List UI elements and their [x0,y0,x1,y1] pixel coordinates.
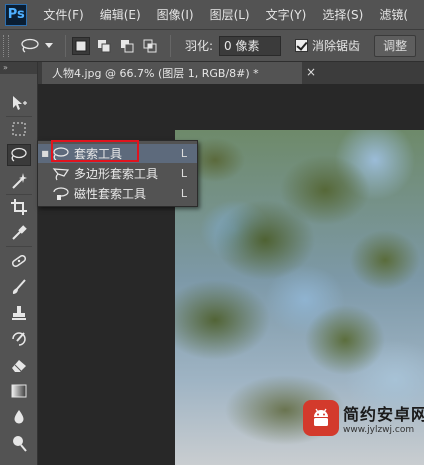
divider [6,246,32,247]
rectangular-marquee-icon [12,122,26,136]
new-selection-button[interactable] [72,36,90,55]
menu-image[interactable]: 图像(I) [157,6,194,23]
flyout-item-polygonal-lasso[interactable]: 多边形套索工具 L [38,164,197,183]
divider [6,194,32,195]
marquee-tool[interactable] [7,118,31,140]
flyout-item-magnetic-lasso[interactable]: 磁性套索工具 L [38,184,197,203]
options-bar: 羽化: 0 像素 消除锯齿 调整 [0,30,424,62]
brush-tool[interactable] [7,276,31,298]
watermark-url: www.jylzwj.com [343,425,415,435]
lasso-tool[interactable] [7,144,31,166]
android-logo-icon [303,400,339,436]
move-tool[interactable] [7,92,31,114]
options-grip[interactable] [3,34,9,57]
new-selection-icon [75,40,87,51]
antialias-label: 消除锯齿 [312,39,361,53]
document-tab-bar: 人物4.jpg @ 66.7% (图层 1, RGB/8#) * × [38,62,424,84]
shortcut-key: L [180,147,187,160]
subtract-from-selection-button[interactable] [118,37,136,55]
antialias-checkbox[interactable] [295,39,309,52]
healing-brush-tool[interactable] [7,250,31,272]
divider [6,116,32,117]
feather-label: 羽化: [185,39,214,53]
flyout-item-label: 多边形套索工具 [74,167,159,181]
subtract-selection-icon [121,39,134,52]
bandage-icon [11,254,27,268]
eyedropper-icon [12,225,27,240]
photoshop-logo: Ps [5,3,28,26]
magnetic-lasso-icon [52,186,70,202]
eraser-tool[interactable] [7,354,31,376]
document-tab[interactable]: 人物4.jpg @ 66.7% (图层 1, RGB/8#) * [42,62,302,84]
dodge-icon [13,436,27,452]
current-tool-bullet: ■ [41,149,49,158]
water-drop-icon [14,410,24,424]
brush-icon [12,279,26,294]
move-icon [13,96,27,110]
menu-type[interactable]: 文字(Y) [266,6,307,23]
polygonal-lasso-icon [52,166,70,182]
divider [65,34,66,57]
eraser-icon [12,360,26,372]
flyout-item-label: 磁性套索工具 [74,187,147,201]
add-selection-icon [98,39,111,52]
menu-file[interactable]: 文件(F) [43,6,83,23]
menu-filter[interactable]: 滤镜( [379,6,408,23]
crop-icon [11,199,27,215]
history-brush-icon [12,332,26,346]
blur-tool[interactable] [7,406,31,428]
gradient-icon [11,384,27,398]
eyedropper-tool[interactable] [7,222,31,244]
menu-edit[interactable]: 编辑(E) [100,6,141,23]
chevron-down-icon [45,42,53,48]
magic-wand-tool[interactable] [7,170,31,192]
magic-wand-icon [12,173,27,189]
intersect-selection-icon [143,39,157,52]
divider [170,34,171,57]
intersect-selection-button[interactable] [141,37,159,55]
close-icon[interactable]: × [306,65,316,79]
shortcut-key: L [180,167,187,180]
lasso-icon [11,147,27,162]
lasso-icon [21,38,39,53]
clone-stamp-tool[interactable] [7,302,31,324]
gradient-tool[interactable] [7,380,31,402]
shortcut-key: L [180,187,187,200]
tools-panel: » [0,62,38,465]
crop-tool[interactable] [7,196,31,218]
refine-edge-button[interactable]: 调整 [374,34,417,57]
add-to-selection-button[interactable] [95,37,113,55]
watermark-title: 简约安卓网 [343,405,424,424]
dodge-tool[interactable] [7,432,31,454]
menu-select[interactable]: 选择(S) [322,6,363,23]
history-brush-tool[interactable] [7,328,31,350]
feather-input[interactable]: 0 像素 [219,35,282,56]
highlight-annotation [51,140,139,162]
stamp-icon [12,306,26,320]
menu-bar: Ps 文件(F) 编辑(E) 图像(I) 图层(L) 文字(Y) 选择(S) 滤… [0,0,424,30]
watermark: 简约安卓网 www.jylzwj.com [303,400,424,436]
menu-layer[interactable]: 图层(L) [210,6,250,23]
tool-preset-picker[interactable] [19,35,59,57]
tools-panel-collapse[interactable]: » [0,62,37,74]
